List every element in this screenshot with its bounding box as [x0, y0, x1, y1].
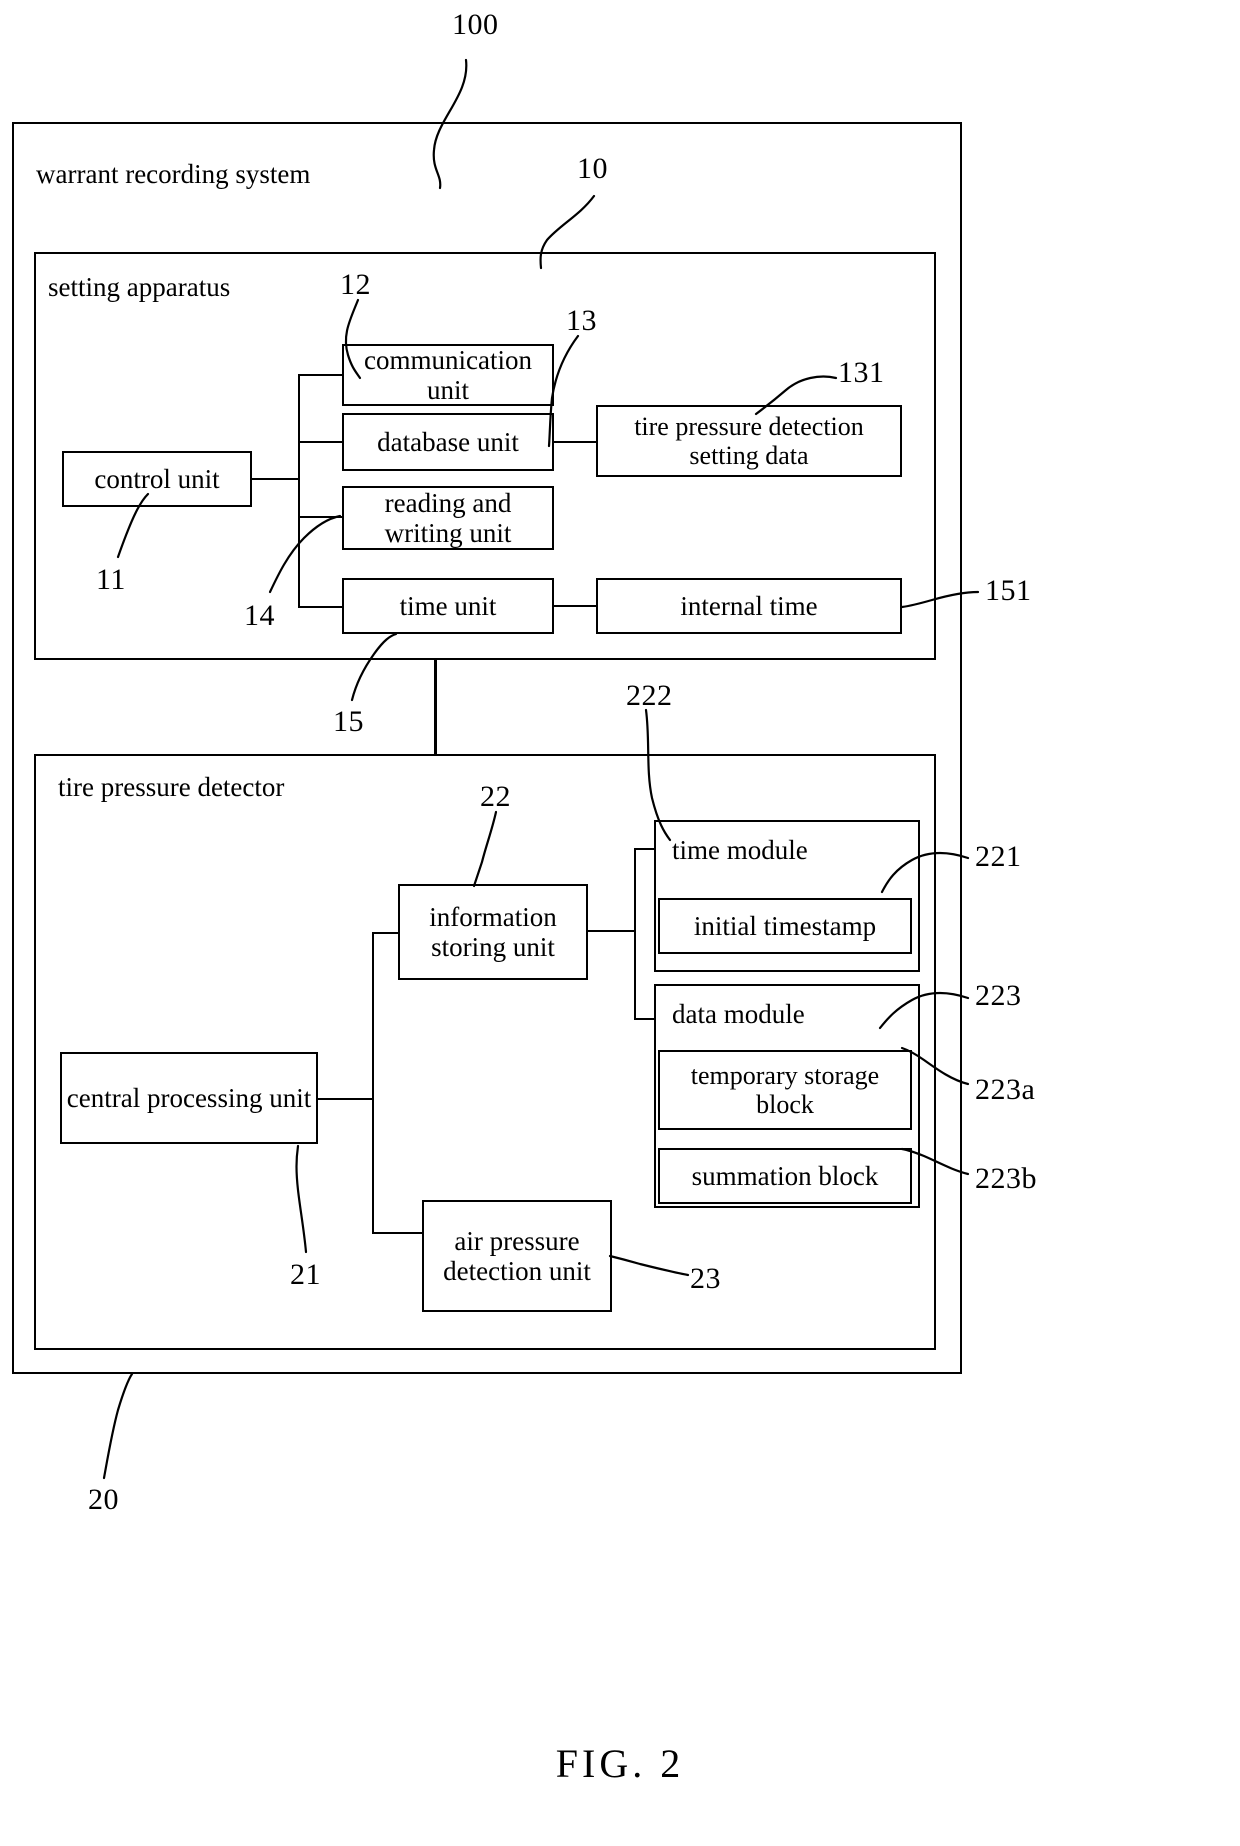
- time-module-label: time module: [672, 835, 808, 865]
- storing-bus-stub: [588, 930, 636, 932]
- bus-branch-reading-writing: [298, 516, 344, 518]
- information-storing-unit-box: information storing unit: [398, 884, 588, 980]
- summation-block-box: summation block: [658, 1148, 912, 1204]
- cpu-bus-stub: [318, 1098, 374, 1100]
- tire-pressure-setting-data-box: tire pressure detection setting data: [596, 405, 902, 477]
- ref-label-221: 221: [975, 840, 1022, 873]
- ref-label-223b: 223b: [975, 1162, 1037, 1195]
- internal-time-label: internal time: [680, 590, 818, 621]
- central-processing-unit-box: central processing unit: [60, 1052, 318, 1144]
- air-pressure-detection-unit-label: air pressure detection unit: [443, 1225, 591, 1286]
- temporary-storage-block-label: temporary storage block: [690, 1060, 880, 1119]
- summation-block-label: summation block: [691, 1160, 879, 1191]
- cpu-bus-vertical: [372, 932, 374, 1234]
- data-module-label: data module: [672, 999, 805, 1029]
- connector-time-unit-to-internal-time: [554, 605, 598, 607]
- ref-label-15: 15: [333, 705, 364, 738]
- inter-section-connector: [434, 660, 437, 754]
- central-processing-unit-label: central processing unit: [66, 1082, 312, 1113]
- reading-writing-unit-box: reading and writing unit: [342, 486, 554, 550]
- bus-branch-communication: [298, 374, 344, 376]
- ref-label-20: 20: [88, 1483, 119, 1516]
- database-unit-box: database unit: [342, 413, 554, 471]
- figure-caption: FIG. 2: [555, 1741, 685, 1786]
- control-unit-label: control unit: [94, 463, 220, 494]
- time-unit-label: time unit: [399, 590, 497, 621]
- storing-bus-vertical: [634, 848, 636, 1020]
- ref-label-222: 222: [626, 679, 673, 712]
- bus-branch-database: [298, 441, 344, 443]
- time-unit-box: time unit: [342, 578, 554, 634]
- ref-label-131: 131: [838, 356, 885, 389]
- setting-apparatus-title: setting apparatus: [48, 272, 231, 302]
- database-unit-label: database unit: [377, 426, 519, 457]
- temporary-storage-block-box: temporary storage block: [658, 1050, 912, 1130]
- communication-unit-label: communication unit: [364, 344, 532, 405]
- ref-label-12: 12: [340, 268, 371, 301]
- ref-label-23: 23: [690, 1262, 721, 1295]
- bus-branch-time-unit: [298, 606, 344, 608]
- bus-vertical: [298, 374, 300, 608]
- initial-timestamp-label: initial timestamp: [693, 910, 877, 941]
- tire-pressure-setting-data-label: tire pressure detection setting data: [634, 411, 864, 470]
- air-pressure-detection-unit-box: air pressure detection unit: [422, 1200, 612, 1312]
- ref-label-100: 100: [452, 8, 499, 41]
- cpu-bus-branch-air-pressure: [372, 1232, 422, 1234]
- connector-database-to-setting-data: [554, 441, 598, 443]
- storing-bus-branch-time-module: [634, 848, 656, 850]
- communication-unit-box: communication unit: [342, 344, 554, 406]
- ref-label-21: 21: [290, 1258, 321, 1291]
- ref-label-223a: 223a: [975, 1073, 1036, 1106]
- patent-figure: warrant recording system setting apparat…: [0, 0, 1240, 1846]
- internal-time-box: internal time: [596, 578, 902, 634]
- control-unit-box: control unit: [62, 451, 252, 507]
- initial-timestamp-box: initial timestamp: [658, 898, 912, 954]
- ref-label-151: 151: [985, 574, 1032, 607]
- bus-control-stub: [252, 478, 300, 480]
- ref-label-10: 10: [577, 152, 608, 185]
- information-storing-unit-label: information storing unit: [429, 901, 557, 962]
- ref-label-223: 223: [975, 979, 1022, 1012]
- warrant-recording-system-title: warrant recording system: [36, 159, 311, 189]
- cpu-bus-branch-information-storing: [372, 932, 400, 934]
- ref-label-14: 14: [244, 599, 275, 632]
- reading-writing-unit-label: reading and writing unit: [384, 487, 512, 548]
- storing-bus-branch-data-module: [634, 1018, 656, 1020]
- tire-pressure-detector-title: tire pressure detector: [58, 772, 285, 802]
- ref-label-22: 22: [480, 780, 511, 813]
- ref-label-13: 13: [566, 304, 597, 337]
- ref-label-11: 11: [96, 563, 126, 596]
